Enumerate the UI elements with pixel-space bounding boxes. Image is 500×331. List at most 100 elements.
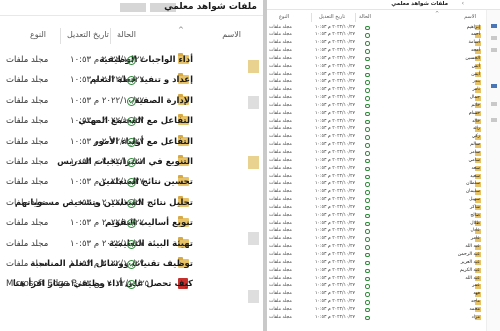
table-row[interactable]: سامر ٢٠٢٢/١٠/٢٧ م ١٠:٥٣ مجلد ملفات: [267, 150, 500, 158]
nav-item-icon[interactable]: [491, 48, 497, 52]
table-row[interactable]: عامر ٢٠٢٢/١٠/٢٧ م ١٠:٥٣ مجلد ملفات: [267, 236, 500, 244]
table-row[interactable]: بندر ٢٠٢٢/١٠/٢٧ م ١٠:٥٣ مجلد ملفات: [267, 79, 500, 87]
table-row[interactable]: حاتم ٢٠٢٢/١٠/٢٧ م ١٠:٥٣ مجلد ملفات: [267, 102, 500, 110]
column-divider[interactable]: [311, 13, 312, 22]
file-name[interactable]: عامر: [471, 236, 480, 242]
column-header-date[interactable]: تاريخ التعديل: [67, 30, 109, 46]
table-row[interactable]: جمال ٢٠٢٢/١٠/٢٧ م ١٠:٥٣ مجلد ملفات: [267, 95, 500, 103]
table-row[interactable]: خالد ٢٠٢٢/١٠/٢٧ م ١٠:٥٣ مجلد ملفات: [267, 118, 500, 126]
file-name[interactable]: حسام: [469, 111, 480, 117]
table-row[interactable]: أنس ٢٠٢٢/١٠/٢٧ م ١٠:٥٣ مجلد ملفات: [267, 63, 500, 71]
file-name[interactable]: سالم: [470, 142, 480, 148]
file-name[interactable]: إبراهيم: [467, 25, 480, 31]
table-row[interactable]: شاكر ٢٠٢٢/١٠/٢٧ م ١٠:٥٣ مجلد ملفات: [267, 204, 500, 212]
table-row[interactable]: كيف تحصل على أداء وظيفي ممتاز اقرأ هنا ٢٠…: [0, 276, 263, 296]
table-row[interactable]: عبد العزيز ٢٠٢٢/١٠/٢٧ م ١٠:٥٣ مجلد ملفات: [267, 259, 500, 267]
file-name[interactable]: سامي: [468, 158, 480, 164]
file-name[interactable]: سليمان: [466, 189, 480, 195]
table-row[interactable]: أداء الواجبات الوظيفية ٢٠٢٢/١٠/٢٧ م ١٠:٥٣…: [0, 52, 263, 72]
table-row[interactable]: إبراهيم ٢٠٢٢/١٠/٢٧ م ١٠:٥٣ مجلد ملفات: [267, 24, 500, 32]
table-row[interactable]: إعداد و تنفيذ خطة التعلم ٢٠٢٢/١٠/٢٧ م ١٠:…: [0, 72, 263, 92]
file-name[interactable]: سعد: [472, 166, 480, 172]
table-row[interactable]: رائد ٢٠٢٢/١٠/٢٧ م ١٠:٥٣ مجلد ملفات: [267, 126, 500, 134]
table-row[interactable]: تحليل نتائج المتعلمين وتشخيص مستوياتهم ٢٠…: [0, 195, 263, 215]
address-bar[interactable]: ملفات شواهد معلمي: [0, 0, 263, 16]
file-name[interactable]: عبد العزيز: [461, 260, 480, 266]
table-row[interactable]: صالح ٢٠٢٢/١٠/٢٧ م ١٠:٥٣ مجلد ملفات: [267, 212, 500, 220]
table-row[interactable]: الحسين ٢٠٢٢/١٠/٢٧ م ١٠:٥٣ مجلد ملفات: [267, 55, 500, 63]
table-row[interactable]: محمد ٢٠٢٢/١٠/٢٧ م ١٠:٥٣ مجلد ملفات: [267, 306, 500, 314]
table-row[interactable]: عبد الله ٢٠٢٢/١٠/٢٧ م ١٠:٥٣ مجلد ملفات: [267, 275, 500, 283]
table-row[interactable]: سامي ٢٠٢٢/١٠/٢٧ م ١٠:٥٣ مجلد ملفات: [267, 157, 500, 165]
file-name[interactable]: زكي: [472, 134, 480, 140]
table-row[interactable]: توظيف تقنيات ووسائل التعلم المناسبة ٢٠٢٢/…: [0, 256, 263, 276]
nav-item-icon[interactable]: [491, 102, 497, 106]
column-header-status[interactable]: الحالة: [359, 14, 371, 20]
table-row[interactable]: عمر ٢٠٢٢/١٠/٢٧ م ١٠:٥٣ مجلد ملفات: [267, 283, 500, 291]
column-divider[interactable]: [355, 13, 356, 22]
chevron-left-icon[interactable]: ‹: [462, 0, 464, 7]
file-name[interactable]: حاتم: [471, 103, 480, 109]
nav-item-icon[interactable]: [491, 36, 497, 40]
column-header-date[interactable]: تاريخ التعديل: [319, 14, 345, 20]
file-name[interactable]: عبد الرحمن: [458, 252, 480, 258]
file-name[interactable]: أسامة: [469, 40, 480, 46]
table-row[interactable]: سلطان ٢٠٢٢/١٠/٢٧ م ١٠:٥٣ مجلد ملفات: [267, 181, 500, 189]
file-name[interactable]: خالد: [472, 119, 480, 125]
table-row[interactable]: التنويع في استراتيجيات التدريس ٢٠٢٢/١٠/٢٧…: [0, 154, 263, 174]
table-row[interactable]: مراد ٢٠٢٢/١٠/٢٧ م ١٠:٥٣ مجلد ملفات: [267, 314, 500, 322]
nav-item-icon[interactable]: [491, 24, 497, 28]
column-header-type[interactable]: النوع: [30, 30, 46, 46]
file-name[interactable]: بندر: [473, 79, 480, 85]
file-name[interactable]: عبد الله: [465, 276, 480, 282]
table-row[interactable]: ماجد ٢٠٢٢/١٠/٢٧ م ١٠:٥٣ مجلد ملفات: [267, 299, 500, 307]
file-name[interactable]: أمجد: [471, 48, 480, 54]
table-row[interactable]: عادل ٢٠٢٢/١٠/٢٧ م ١٠:٥٣ مجلد ملفات: [267, 228, 500, 236]
table-row[interactable]: فهد ٢٠٢٢/١٠/٢٧ م ١٠:٥٣ مجلد ملفات: [267, 291, 500, 299]
nav-item-icon[interactable]: [491, 84, 497, 88]
table-row[interactable]: سهيل ٢٠٢٢/١٠/٢٧ م ١٠:٥٣ مجلد ملفات: [267, 197, 500, 205]
file-name[interactable]: طلال: [470, 221, 480, 227]
file-name[interactable]: ماجد: [471, 299, 480, 305]
file-name[interactable]: أيمن: [471, 72, 480, 78]
file-name[interactable]: سهيل: [469, 197, 480, 203]
address-bar[interactable]: ‹ ملفات شواهد معلمي: [267, 0, 500, 10]
table-row[interactable]: أحمد ٢٠٢٢/١٠/٢٧ م ١٠:٥٣ مجلد ملفات: [267, 32, 500, 40]
column-divider[interactable]: [110, 28, 111, 44]
table-row[interactable]: أسامة ٢٠٢٢/١٠/٢٧ م ١٠:٥٣ مجلد ملفات: [267, 40, 500, 48]
file-name[interactable]: عمر: [472, 283, 480, 289]
table-row[interactable]: سليمان ٢٠٢٢/١٠/٢٧ م ١٠:٥٣ مجلد ملفات: [267, 189, 500, 197]
file-name[interactable]: جمال: [470, 95, 480, 101]
navigation-pane[interactable]: [486, 10, 500, 331]
column-divider[interactable]: [60, 28, 61, 44]
table-row[interactable]: أمجد ٢٠٢٢/١٠/٢٧ م ١٠:٥٣ مجلد ملفات: [267, 48, 500, 56]
file-name[interactable]: عبد الكريم: [460, 268, 480, 274]
file-name[interactable]: فهد: [473, 291, 480, 297]
table-row[interactable]: عبد الكريم ٢٠٢٢/١٠/٢٧ م ١٠:٥٣ مجلد ملفات: [267, 267, 500, 275]
file-name[interactable]: عبد الله: [465, 244, 480, 250]
table-row[interactable]: أيمن ٢٠٢٢/١٠/٢٧ م ١٠:٥٣ مجلد ملفات: [267, 71, 500, 79]
table-row[interactable]: التفاعل مع المجتمع المهني ٢٠٢٢/١٠/٢٧ م ١٠…: [0, 113, 263, 133]
file-name[interactable]: مراد: [472, 315, 480, 321]
file-name[interactable]: سلطان: [466, 181, 480, 187]
table-row[interactable]: تامر ٢٠٢٢/١٠/٢٧ م ١٠:٥٣ مجلد ملفات: [267, 87, 500, 95]
table-row[interactable]: الإدارة الصفية ٢٠٢٢/١٠/٢٧ م ١٠:٥٣ مجلد ملف…: [0, 93, 263, 113]
column-header-status[interactable]: الحالة: [117, 30, 136, 46]
table-row[interactable]: زكي ٢٠٢٢/١٠/٢٧ م ١٠:٥٣ مجلد ملفات: [267, 134, 500, 142]
table-row[interactable]: سالم ٢٠٢٢/١٠/٢٧ م ١٠:٥٣ مجلد ملفات: [267, 142, 500, 150]
table-row[interactable]: التفاعل مع أولياء الأمور ٢٠٢٢/١٠/٢٧ م ١٠:…: [0, 134, 263, 154]
file-name[interactable]: سعيد: [470, 174, 480, 180]
file-name[interactable]: صالح: [470, 213, 480, 219]
file-name[interactable]: عادل: [470, 228, 480, 234]
file-name[interactable]: أنس: [472, 64, 480, 70]
table-row[interactable]: عبد الرحمن ٢٠٢٢/١٠/٢٧ م ١٠:٥٣ مجلد ملفات: [267, 251, 500, 259]
file-name[interactable]: أحمد: [471, 32, 480, 38]
table-row[interactable]: تهيئة البيئة التعليمية ٢٠٢٢/١٠/٢٧ م ١٠:٥٣…: [0, 236, 263, 256]
column-header-type[interactable]: النوع: [279, 14, 289, 20]
file-name[interactable]: رائد: [473, 126, 480, 132]
column-header-name[interactable]: الاسم: [464, 14, 476, 20]
file-name[interactable]: محمد: [470, 307, 481, 313]
table-row[interactable]: تحسين نتائج المتعلمين ٢٠٢٢/١٠/٢٧ م ١٠:٥٣ م…: [0, 174, 263, 194]
table-row[interactable]: سعد ٢٠٢٢/١٠/٢٧ م ١٠:٥٣ مجلد ملفات: [267, 165, 500, 173]
file-name[interactable]: شاكر: [470, 205, 480, 211]
